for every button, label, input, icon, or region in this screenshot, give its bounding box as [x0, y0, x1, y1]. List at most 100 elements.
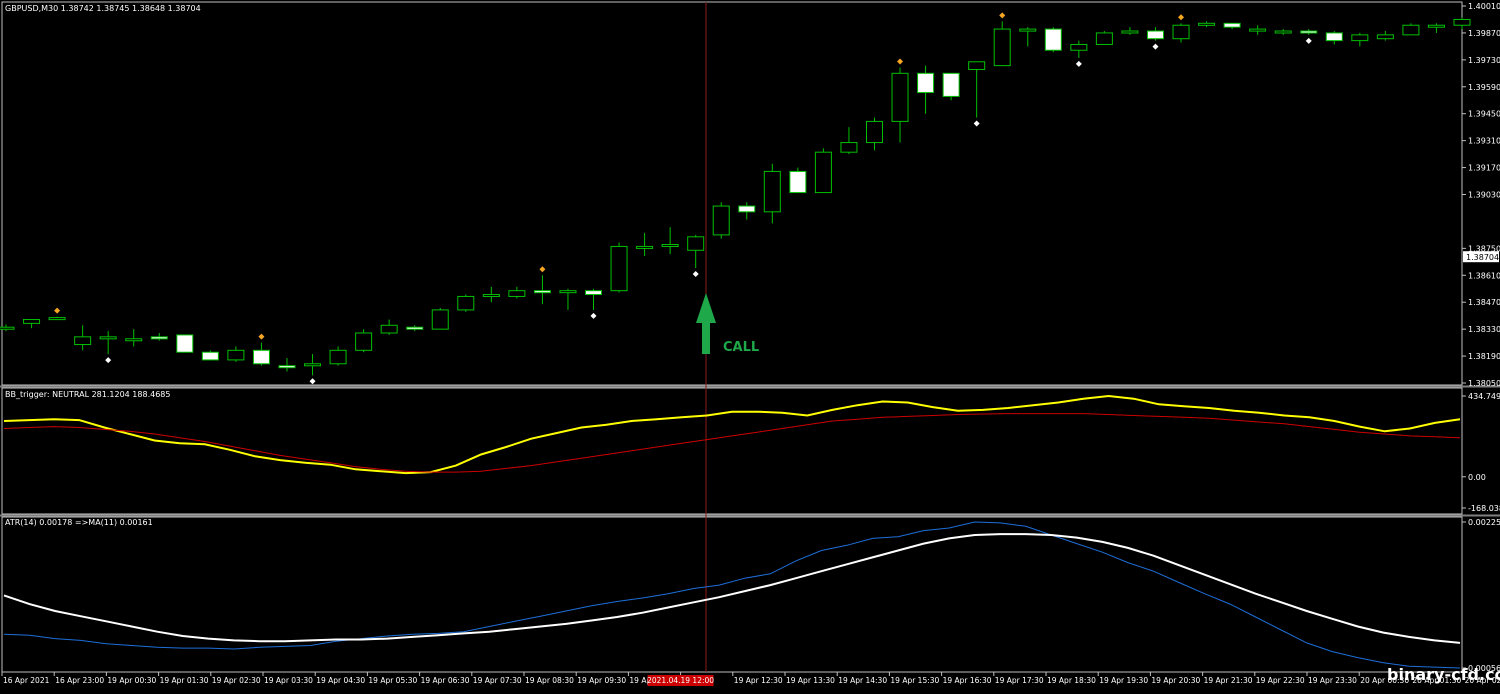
price-tick-label: 1.38190 — [1468, 352, 1500, 361]
symbol-info: GBPUSD,M30 1.38742 1.38745 1.38648 1.387… — [5, 4, 201, 13]
down-fractal-marker — [105, 357, 112, 364]
atr-ma-line — [3, 533, 1461, 644]
call-arrow-icon — [696, 293, 716, 354]
bull-candle — [1198, 22, 1216, 26]
up-fractal-marker — [258, 333, 265, 340]
time-label: 19 Apr 15:30 — [890, 676, 939, 685]
bb-tick-label: -168.0385 — [1468, 504, 1500, 513]
bear-candle — [252, 349, 270, 365]
time-label: 19 Apr 07:30 — [473, 676, 522, 685]
bull-candle — [508, 290, 526, 297]
atr-indicator-axis: 0.002250.00056 — [1462, 518, 1500, 673]
price-tick-label: 1.38050 — [1468, 379, 1500, 388]
bull-candle — [431, 309, 449, 330]
bb-slow-line — [3, 413, 1461, 473]
bear-candle — [278, 365, 296, 369]
bull-candle — [636, 245, 654, 249]
up-fractal-marker — [1178, 14, 1185, 21]
time-label: 19 Apr 17:30 — [995, 676, 1044, 685]
bull-candle — [840, 142, 858, 153]
time-label: 19 Apr 09:30 — [577, 676, 626, 685]
time-label: 19 Apr 01:30 — [160, 676, 209, 685]
bull-candle — [0, 326, 15, 330]
bull-candle — [1095, 32, 1113, 45]
price-tick-label: 1.39730 — [1468, 56, 1500, 65]
trading-terminal: 1.40010 1.39870 1.39730 1.39590 1.39450 1.393… — [0, 0, 1500, 690]
bull-candle — [763, 170, 781, 213]
time-label: 19 Apr 04:30 — [316, 676, 365, 685]
signal-markers — [54, 12, 1312, 385]
time-label: 19 Apr 14:30 — [838, 676, 887, 685]
bear-candle — [942, 72, 960, 97]
up-fractal-marker — [999, 12, 1006, 19]
bull-candle — [23, 319, 41, 324]
time-label: 19 Apr 02:30 — [212, 676, 261, 685]
bull-candle — [1249, 28, 1267, 32]
time-label: 19 Apr 03:30 — [264, 676, 313, 685]
time-label: 19 Apr 12:30 — [734, 676, 783, 685]
price-tick-label: 1.39870 — [1468, 29, 1500, 38]
bull-candle — [125, 338, 143, 342]
price-tick-label: 1.38610 — [1468, 271, 1500, 280]
time-label: 19 Apr 19:30 — [1099, 676, 1148, 685]
bull-candle — [712, 205, 730, 236]
highlight-time-label: 2021.04.19 12:00 — [647, 676, 714, 685]
bear-candle — [789, 170, 807, 194]
up-fractal-marker — [539, 266, 546, 273]
time-label: 19 Apr 00:30 — [107, 676, 156, 685]
watermark: binary-cfd.com — [1387, 665, 1500, 684]
chart-svg[interactable]: 1.40010 1.39870 1.39730 1.39590 1.39450 1.393… — [0, 0, 1500, 690]
bull-candle — [1402, 24, 1420, 36]
bb-info: BB_trigger: NEUTRAL 281.1204 188.4685 — [5, 390, 170, 399]
bull-candle — [1172, 24, 1190, 40]
bb-pane[interactable] — [1, 387, 1463, 515]
bear-candle — [1044, 28, 1062, 51]
bull-candle — [1121, 30, 1139, 34]
bull-candle — [380, 324, 398, 334]
bull-candle — [814, 151, 832, 194]
bull-candle — [1274, 30, 1292, 34]
down-fractal-marker — [1305, 37, 1312, 44]
bull-candle — [891, 72, 909, 122]
down-fractal-marker — [692, 270, 699, 277]
price-tick-label: 1.39590 — [1468, 83, 1500, 92]
time-label: 19 Apr 18:30 — [1047, 676, 1096, 685]
bull-candle — [968, 61, 986, 70]
atr-info: ATR(14) 0.00178 =>MA(11) 0.00161 — [5, 518, 153, 527]
bull-candle — [48, 317, 66, 321]
bear-candle — [150, 336, 168, 340]
bull-candle — [304, 363, 322, 367]
bull-candle — [1427, 24, 1445, 28]
candlestick-series — [0, 17, 1471, 376]
bear-candle — [176, 334, 194, 353]
bear-candle — [917, 72, 935, 94]
time-label: 19 Apr 05:30 — [368, 676, 417, 685]
price-axis: 1.40010 1.39870 1.39730 1.39590 1.39450 1.393… — [1462, 2, 1500, 388]
bull-candle — [355, 332, 373, 351]
bear-candle — [1300, 30, 1318, 34]
bear-candle — [1325, 32, 1343, 42]
price-tick-label: 1.39170 — [1468, 164, 1500, 173]
bb-indicator-axis: 434.7496 0.00 -168.0385 — [1462, 392, 1500, 513]
bear-candle — [738, 205, 756, 213]
bear-candle — [1223, 22, 1241, 28]
price-tick-label: 1.39450 — [1468, 110, 1500, 119]
bear-candle — [585, 290, 603, 296]
price-tick-label: 1.38330 — [1468, 325, 1500, 334]
bull-candle — [610, 245, 628, 292]
bull-candle — [1070, 43, 1088, 51]
price-tick-label: 1.39310 — [1468, 137, 1500, 146]
price-pane[interactable] — [1, 1, 1463, 386]
price-tick-label: 1.39030 — [1468, 191, 1500, 200]
time-label: 19 Apr 21:30 — [1204, 676, 1253, 685]
bull-candle — [1351, 34, 1369, 42]
time-label: 19 Apr 16:30 — [943, 676, 992, 685]
time-axis: 16 Apr 2021 16 Apr 23:00 19 Apr 00:30 19 Ap… — [1, 672, 1500, 686]
time-label: 19 Apr 06:30 — [421, 676, 470, 685]
time-label: 19 Apr 13:30 — [786, 676, 835, 685]
bull-candle — [457, 295, 475, 311]
time-label: 16 Apr 23:00 — [55, 676, 104, 685]
down-fractal-marker — [590, 312, 597, 319]
time-label: 19 Apr 22:30 — [1256, 676, 1305, 685]
down-fractal-marker — [309, 378, 316, 385]
